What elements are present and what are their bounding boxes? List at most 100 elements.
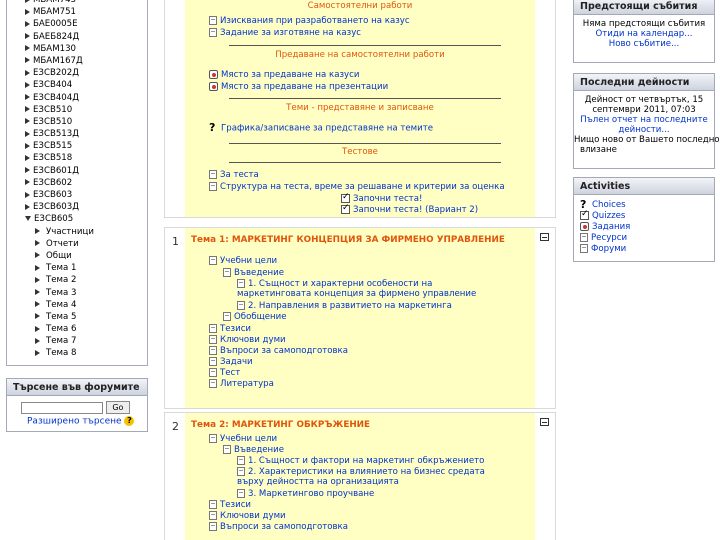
resource-link[interactable]: Ключови думи	[209, 511, 286, 521]
nav-section-item[interactable]: Тема 6	[7, 323, 147, 335]
nav-current-course[interactable]: ЕЗСВ605	[7, 213, 147, 225]
expand-arrow-icon[interactable]	[25, 167, 30, 174]
expand-arrow-icon[interactable]	[35, 337, 40, 344]
expand-arrow-icon[interactable]	[25, 8, 30, 15]
expand-arrow-icon[interactable]	[35, 228, 40, 235]
nav-course-item[interactable]: ЕЗСВ603	[7, 189, 147, 201]
resource-link[interactable]: Въведение	[223, 268, 284, 278]
nav-section-item[interactable]: Общи	[7, 250, 147, 262]
expand-arrow-icon[interactable]	[25, 106, 30, 113]
resource-link[interactable]: Въпроси за самоподготовка	[209, 346, 348, 356]
nav-section-item[interactable]: Тема 7	[7, 335, 147, 347]
nav-course-item[interactable]: МБАМ751	[7, 6, 147, 18]
collapse-icon[interactable]	[540, 233, 549, 241]
expand-arrow-icon[interactable]	[25, 69, 30, 76]
nav-course-item[interactable]: ЕЗСВ515	[7, 140, 147, 152]
expand-arrow-icon[interactable]	[35, 325, 40, 332]
expand-arrow-icon[interactable]	[35, 252, 40, 259]
forum-search-go-button[interactable]: Go	[105, 401, 130, 414]
resource-link[interactable]: Тест	[209, 368, 240, 378]
expand-arrow-icon[interactable]	[35, 289, 40, 295]
nav-course-item[interactable]: ЕЗСВ510	[7, 116, 147, 128]
activity-resources[interactable]: Ресурси	[574, 233, 714, 244]
nav-course-item[interactable]: ЕЗСВ518	[7, 152, 147, 164]
nav-course-item[interactable]: ЕЗСВ601Д	[7, 165, 147, 177]
nav-section-item[interactable]: Тема 2	[7, 274, 147, 286]
resource-link[interactable]: 1. Същност и характерни особености на ма…	[237, 279, 487, 299]
full-report-link[interactable]: Пълен отчет на последните	[580, 115, 707, 125]
expand-arrow-icon[interactable]	[25, 0, 30, 3]
choice-link[interactable]: ? Графика/записване за представяне на тем…	[209, 122, 433, 134]
expand-arrow-icon[interactable]	[25, 45, 30, 52]
expand-arrow-icon[interactable]	[25, 118, 30, 125]
nav-course-item[interactable]: ЕЗСВ404	[7, 79, 147, 91]
resource-link[interactable]: Задание за изготвяне на казус	[209, 28, 361, 38]
nav-section-item[interactable]: Отчети	[7, 238, 147, 250]
resource-link[interactable]: Въведение	[223, 445, 284, 455]
activity-quizzes[interactable]: Quizzes	[574, 209, 714, 222]
collapse-arrow-icon[interactable]	[25, 216, 31, 222]
activity-assignments[interactable]: Задания	[574, 222, 714, 233]
expand-arrow-icon[interactable]	[25, 20, 30, 27]
resource-link[interactable]: Учебни цели	[209, 434, 277, 444]
nav-course-item[interactable]: МБАМ130	[7, 43, 147, 55]
go-to-calendar-link[interactable]: Отиди на календар...	[596, 29, 693, 39]
expand-arrow-icon[interactable]	[25, 94, 30, 100]
resource-link[interactable]: Тезиси	[209, 324, 251, 334]
resource-link[interactable]: 2. Характеристики на влиянието на бизнес…	[237, 467, 495, 487]
nav-section-item[interactable]: Тема 4	[7, 299, 147, 311]
nav-course-item[interactable]: ЕЗСВ603Д	[7, 201, 147, 213]
expand-arrow-icon[interactable]	[35, 301, 40, 308]
nav-section-item[interactable]: Участници	[7, 226, 147, 238]
expand-arrow-icon[interactable]	[25, 154, 30, 161]
expand-arrow-icon[interactable]	[35, 264, 40, 271]
advanced-search-link[interactable]: Разширено търсене	[27, 417, 122, 427]
nav-course-item[interactable]: ЕЗСВ202Д	[7, 67, 147, 79]
nav-course-item[interactable]: БАЕБ824Д	[7, 31, 147, 43]
expand-arrow-icon[interactable]	[25, 33, 30, 40]
expand-arrow-icon[interactable]	[25, 142, 30, 149]
expand-arrow-icon[interactable]	[25, 203, 30, 210]
resource-link[interactable]: Въпроси за самоподготовка	[209, 522, 348, 532]
nav-section-item[interactable]: Тема 1	[7, 262, 147, 274]
nav-course-item[interactable]: БАЕ0005Е	[7, 18, 147, 30]
resource-link[interactable]: Структура на теста, време за решаване и …	[209, 182, 505, 192]
collapse-icon[interactable]	[540, 418, 549, 426]
resource-link[interactable]: Обобщение	[223, 312, 287, 322]
resource-link[interactable]: Тезиси	[209, 500, 251, 510]
quiz-link[interactable]: Започни теста!	[341, 192, 422, 204]
forum-search-input[interactable]	[21, 401, 103, 414]
nav-course-item[interactable]: ЕЗСВ510	[7, 104, 147, 116]
activity-choices[interactable]: ? Choices	[574, 199, 714, 211]
nav-course-item[interactable]: ЕЗСВ602	[7, 177, 147, 189]
nav-course-item[interactable]: ЕЗСВ404Д	[7, 92, 147, 104]
nav-section-item[interactable]: Тема 5	[7, 311, 147, 323]
expand-arrow-icon[interactable]	[35, 240, 40, 247]
expand-arrow-icon[interactable]	[25, 191, 30, 198]
expand-arrow-icon[interactable]	[35, 276, 40, 283]
expand-arrow-icon[interactable]	[25, 179, 30, 186]
resource-link[interactable]: Литература	[209, 379, 274, 389]
assignment-link[interactable]: Място за предаване на казуси	[209, 70, 359, 80]
nav-course-item[interactable]: МБАМ167Д	[7, 55, 147, 67]
activity-forums[interactable]: Форуми	[574, 244, 714, 255]
expand-arrow-icon[interactable]	[25, 130, 30, 137]
nav-section-item[interactable]: Тема 8	[7, 347, 147, 359]
nav-course-item[interactable]: ЕЗСВ513Д	[7, 128, 147, 140]
resource-link[interactable]: Ключови думи	[209, 335, 286, 345]
expand-arrow-icon[interactable]	[35, 349, 40, 356]
resource-link[interactable]: Задачи	[209, 357, 253, 367]
expand-arrow-icon[interactable]	[25, 57, 30, 64]
resource-link[interactable]: Учебни цели	[209, 256, 277, 266]
expand-arrow-icon[interactable]	[25, 81, 30, 88]
quiz-link[interactable]: Започни теста! (Вариант 2)	[341, 203, 478, 215]
help-icon[interactable]: ?	[124, 416, 135, 426]
resource-link[interactable]: Изисквания при разработването на казус	[209, 16, 410, 26]
full-report-link-cont[interactable]: дейности...	[618, 125, 669, 135]
nav-section-item[interactable]: Тема 3	[7, 287, 147, 299]
resource-link[interactable]: 1. Същност и фактори на маркетинг обкръж…	[237, 456, 484, 466]
resource-link[interactable]: 2. Направления в развитието на маркетинг…	[237, 301, 452, 311]
resource-link[interactable]: 3. Маркетингово проучване	[237, 489, 374, 499]
new-event-link[interactable]: Ново събитие...	[609, 39, 680, 49]
expand-arrow-icon[interactable]	[35, 313, 40, 320]
